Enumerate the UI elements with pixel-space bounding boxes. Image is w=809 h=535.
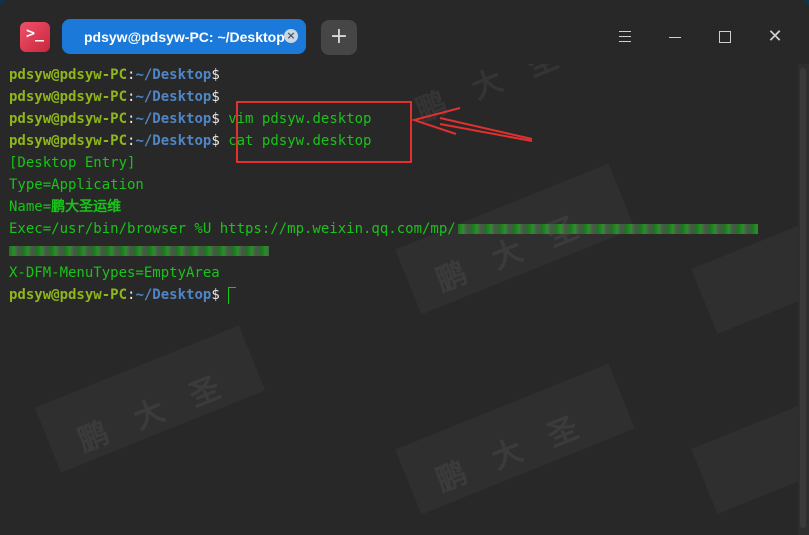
redacted-mosaic xyxy=(457,224,758,234)
close-icon[interactable]: ✕ xyxy=(760,22,790,52)
menu-icon[interactable] xyxy=(610,22,640,52)
terminal-app-icon[interactable]: >_ xyxy=(20,22,50,52)
prompt-line: pdsyw@pdsyw-PC:~/Desktop$ xyxy=(9,67,220,83)
prompt-line: pdsyw@pdsyw-PC:~/Desktop$ xyxy=(9,89,220,105)
redacted-mosaic xyxy=(9,246,269,256)
output-line: Name=鹏大圣运维 xyxy=(9,199,122,215)
title-bar: >_ pdsyw@pdsyw-PC: ~/Desktop × + ✕ xyxy=(0,0,809,64)
text-cursor xyxy=(227,286,236,304)
watermark-text: 鹏大圣 xyxy=(411,64,592,130)
terminal-output[interactable]: 鹏大圣 鹏大圣 鹏大圣 鹏大圣 pdsyw@pdsyw-PC:~/Desktop… xyxy=(0,64,798,535)
tab-title: pdsyw@pdsyw-PC: ~/Desktop xyxy=(84,29,285,45)
tab-desktop[interactable]: pdsyw@pdsyw-PC: ~/Desktop × xyxy=(62,19,306,54)
new-tab-button[interactable]: + xyxy=(321,20,357,55)
output-line: Type=Application xyxy=(9,177,144,193)
maximize-icon[interactable] xyxy=(710,22,740,52)
output-line: [Desktop Entry] xyxy=(9,155,136,171)
output-line: X-DFM-MenuTypes=EmptyArea xyxy=(9,265,220,281)
tab-close-icon[interactable]: × xyxy=(284,29,298,43)
terminal-window: >_ pdsyw@pdsyw-PC: ~/Desktop × + ✕ 鹏大圣 鹏… xyxy=(0,0,809,535)
minimize-icon[interactable] xyxy=(660,22,690,52)
scrollbar[interactable] xyxy=(798,64,809,535)
output-line-redacted xyxy=(9,240,269,262)
scrollbar-track[interactable] xyxy=(800,68,806,528)
output-line: Exec=/usr/bin/browser %U https://mp.weix… xyxy=(9,218,758,240)
annotation-box xyxy=(236,101,412,163)
prompt-line: pdsyw@pdsyw-PC:~/Desktop$ xyxy=(9,284,236,306)
